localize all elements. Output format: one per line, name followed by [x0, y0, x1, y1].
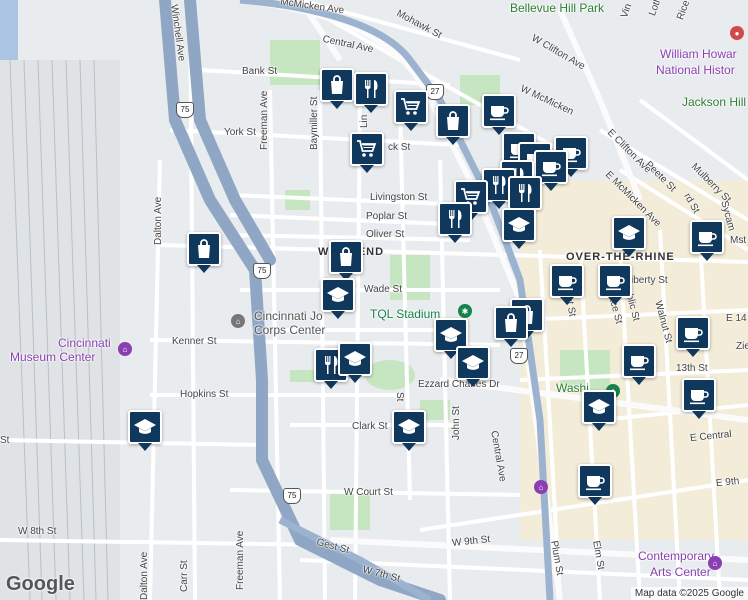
map-attribution[interactable]: Map data ©2025 Google — [630, 587, 748, 600]
school-icon[interactable] — [128, 410, 162, 451]
shopping-bag-icon[interactable] — [436, 104, 470, 145]
label-e-14th: E 14 — [726, 313, 747, 324]
label-john-st: John St — [451, 406, 462, 440]
shopping-cart-icon[interactable] — [394, 90, 428, 131]
label-hopkins-st: Hopkins St — [180, 389, 229, 400]
label-william-howard-taft: William Howar — [660, 47, 737, 61]
label-poplar-st: Poplar St — [366, 211, 408, 222]
label-clark-st: Clark St — [352, 421, 388, 432]
label-museum-center: Museum Center — [10, 350, 96, 364]
label-livingston-st: Livingston St — [370, 192, 428, 203]
cafe-icon[interactable] — [690, 220, 724, 261]
restaurant-icon[interactable] — [354, 72, 388, 113]
cafe-icon[interactable] — [550, 264, 584, 305]
cafe-icon[interactable] — [682, 378, 716, 419]
school-icon[interactable] — [502, 208, 536, 249]
school-icon[interactable] — [321, 278, 355, 319]
us-27-shield: 27 — [510, 348, 528, 364]
restaurant-icon[interactable] — [508, 176, 542, 217]
shopping-cart-icon[interactable] — [350, 132, 384, 173]
shopping-bag-icon[interactable] — [329, 240, 363, 281]
school-icon[interactable] — [392, 410, 426, 451]
label-mst: Mst — [730, 235, 747, 246]
label-ck-st: ck St — [388, 142, 411, 153]
label-national-historic-site: National Histor — [656, 63, 735, 77]
label-st-fragment-2: St — [394, 392, 405, 402]
shopping-bag-icon[interactable] — [494, 306, 528, 347]
label-cincinnati: Cincinnati — [58, 336, 111, 350]
label-w-court-st: W Court St — [344, 487, 393, 498]
label-baymiller-st: Baymiller St — [309, 96, 320, 150]
museum-icon[interactable]: ⌂ — [534, 480, 548, 494]
interstate-75-shield: 75 — [253, 263, 271, 279]
label-ezzard-charles-dr: Ezzard Charles Dr — [418, 379, 500, 390]
label-linn-st: Lin — [359, 114, 370, 128]
label-freeman-ave-south: Freeman Ave — [235, 530, 246, 590]
us-27-shield: 27 — [426, 84, 444, 100]
landmark-icon[interactable]: ● — [730, 26, 744, 40]
shopping-bag-icon[interactable] — [187, 232, 221, 273]
building-icon[interactable]: ⌂ — [231, 314, 245, 328]
cafe-icon[interactable] — [676, 316, 710, 357]
label-york-st: York St — [224, 127, 256, 138]
school-icon[interactable] — [582, 390, 616, 431]
label-kenner-st: Kenner St — [172, 336, 217, 347]
label-st-fragment: St — [0, 435, 10, 446]
museum-icon[interactable]: ⌂ — [708, 556, 722, 570]
label-jackson-hill-park: Jackson Hill Park — [682, 95, 748, 109]
label-carr-st: Carr St — [179, 560, 190, 592]
school-icon[interactable] — [612, 216, 646, 257]
label-job-corps: Cincinnati Jo — [254, 309, 323, 323]
cafe-icon[interactable] — [482, 94, 516, 135]
google-watermark: Google — [6, 573, 75, 595]
label-wade-st: Wade St — [364, 284, 402, 295]
label-w-8th-st: W 8th St — [18, 526, 57, 537]
restaurant-icon[interactable] — [438, 202, 472, 243]
label-dalton-ave-south: Dalton Ave — [139, 551, 150, 600]
school-icon[interactable] — [456, 346, 490, 387]
label-contemporary: Contemporary — [638, 549, 715, 563]
shopping-bag-icon[interactable] — [320, 68, 354, 109]
label-13th-st: 13th St — [676, 363, 708, 374]
cafe-icon[interactable] — [578, 464, 612, 505]
cafe-icon[interactable] — [622, 344, 656, 385]
label-corps-center: Corps Center — [254, 323, 326, 337]
label-oliver-st: Oliver St — [366, 229, 405, 240]
museum-icon[interactable]: ⌂ — [118, 342, 132, 356]
label-ziegler: Ziegler — [736, 341, 748, 352]
map-canvas[interactable]: McMicken Ave Winchell Ave Central Ave Mo… — [0, 0, 748, 600]
label-tql-stadium: TQL Stadium — [370, 307, 441, 321]
interstate-75-shield: 75 — [283, 488, 301, 504]
stadium-icon[interactable]: ✱ — [458, 304, 472, 318]
label-bellevue-hill-park: Bellevue Hill Park — [510, 1, 605, 15]
label-arts-center: Arts Center — [650, 565, 711, 579]
interstate-75-shield: 75 — [176, 102, 194, 118]
label-bank-st: Bank St — [242, 66, 278, 77]
label-freeman-ave-north: Freeman Ave — [259, 90, 270, 150]
cafe-icon[interactable] — [598, 264, 632, 305]
school-icon[interactable] — [338, 342, 372, 383]
label-dalton-ave: Dalton Ave — [153, 196, 164, 245]
label-over-the-rhine: OVER-THE-RHINE — [566, 251, 675, 263]
